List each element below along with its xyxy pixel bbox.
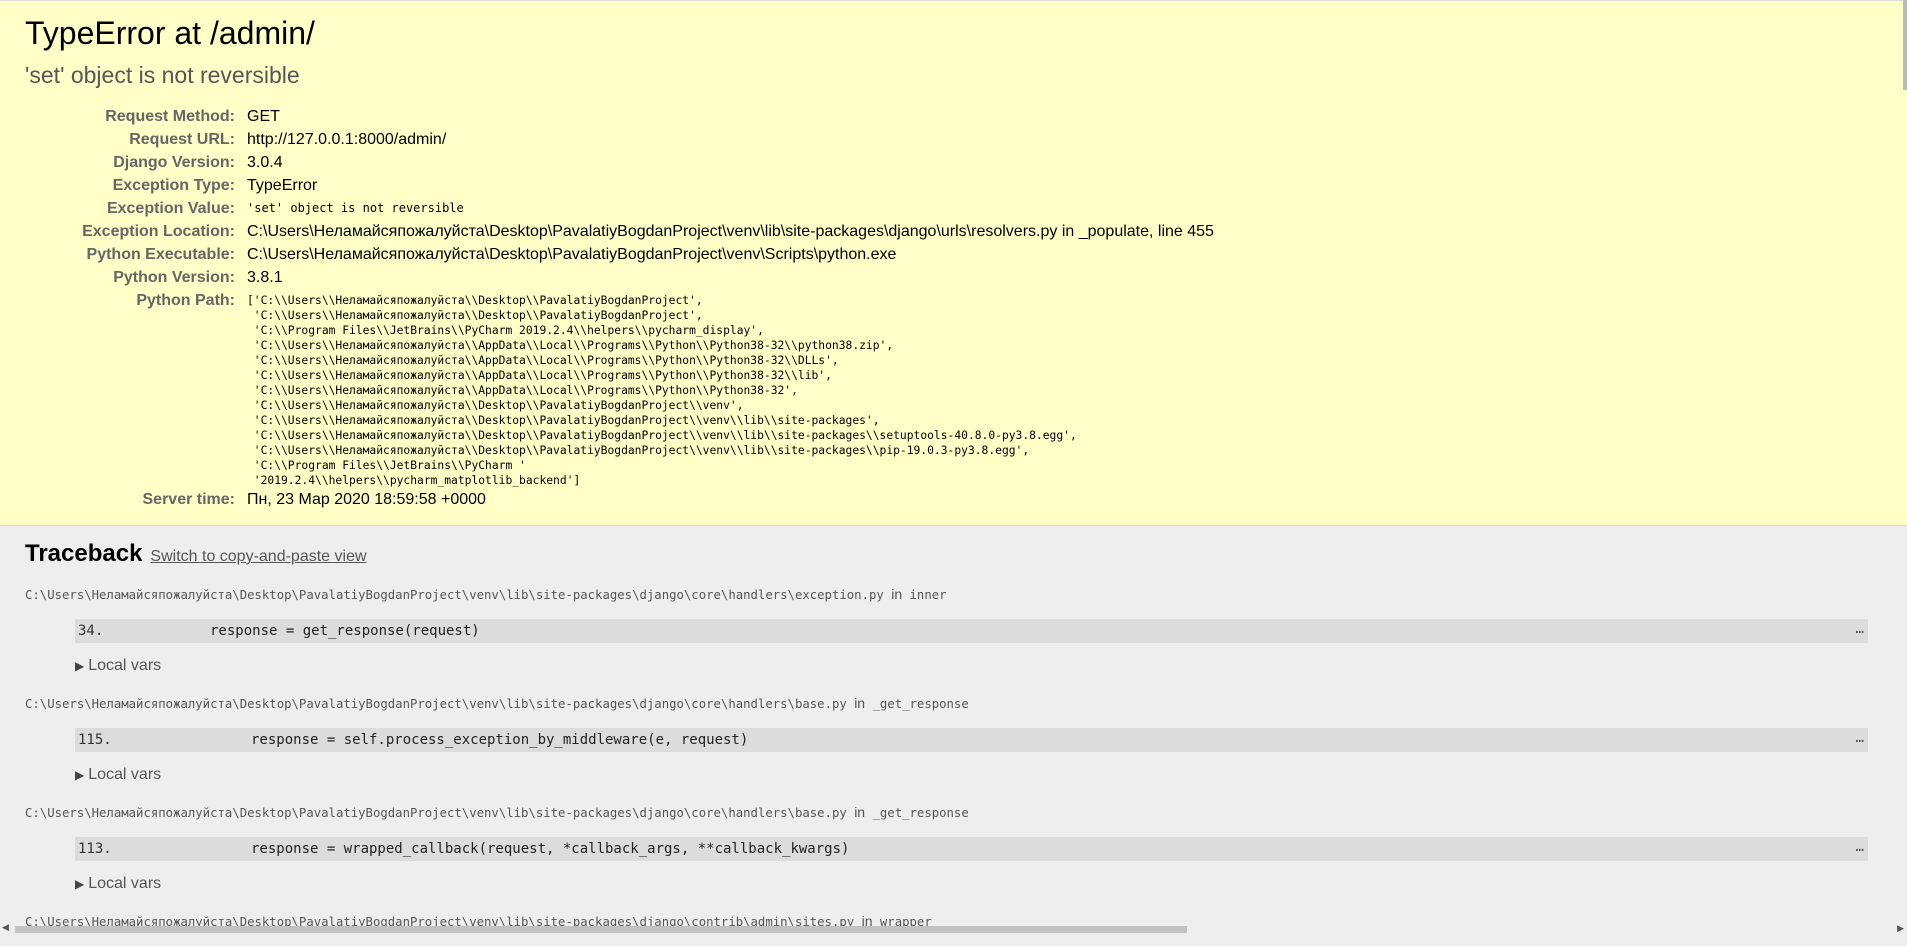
switch-copy-paste-view-link[interactable]: Switch to copy-and-paste view <box>150 548 366 566</box>
exception-message: 'set' object is not reversible <box>25 62 300 88</box>
frame-in-word: in <box>854 804 866 820</box>
frame-code: response = self.process_exception_by_mid… <box>251 732 749 748</box>
frame-function: _get_response <box>872 806 969 820</box>
expand-context-ellipsis[interactable]: … <box>1856 839 1864 855</box>
frame-file-path: C:\Users\Неламайсяпожалуйста\Desktop\Pav… <box>25 806 847 820</box>
triangle-right-icon: ▶ <box>75 877 85 891</box>
traceback-title: Traceback <box>25 540 143 567</box>
meta-label: Request Method: <box>105 108 235 125</box>
meta-row-request-url: Request URL: http://127.0.0.1:8000/admin… <box>25 128 1214 151</box>
meta-label: Django Version: <box>113 154 235 171</box>
meta-label: Exception Value: <box>106 200 235 217</box>
request-meta-table: Request Method: GET Request URL: http://… <box>25 105 1214 511</box>
local-vars-label: Local vars <box>88 875 162 892</box>
error-summary: TypeError at /admin/ 'set' object is not… <box>0 0 1907 526</box>
frame-file-path: C:\Users\Неламайсяпожалуйста\Desktop\Pav… <box>25 697 847 711</box>
vertical-scrollbar-thumb[interactable] <box>1903 0 1907 90</box>
frame-filename: C:\Users\Неламайсяпожалуйста\Desktop\Pav… <box>25 802 1882 823</box>
meta-value: 'set' object is not reversible <box>247 201 464 215</box>
frame-in-word: in <box>891 586 903 602</box>
frame-code: response = wrapped_callback(request, *ca… <box>251 841 850 857</box>
frame-context-line[interactable]: 34. response = get_response(request) … <box>75 619 1868 643</box>
frame-in-word: in <box>854 695 866 711</box>
meta-value: 3.8.1 <box>247 269 283 286</box>
frame-file-path: C:\Users\Неламайсяпожалуйста\Desktop\Pav… <box>25 588 884 602</box>
local-vars-toggle[interactable]: ▶ Local vars <box>75 657 1882 675</box>
local-vars-label: Local vars <box>88 657 162 674</box>
triangle-right-icon: ▶ <box>75 768 85 782</box>
meta-value: http://127.0.0.1:8000/admin/ <box>247 131 447 148</box>
meta-row-exception-value: Exception Value: 'set' object is not rev… <box>25 197 1214 220</box>
triangle-right-icon: ▶ <box>75 659 85 673</box>
meta-value: 3.0.4 <box>247 154 283 171</box>
meta-label: Python Version: <box>113 269 235 286</box>
traceback-section: Traceback Switch to copy-and-paste view … <box>0 526 1907 946</box>
meta-value: C:\Users\Неламайсяпожалуйста\Desktop\Pav… <box>247 246 897 263</box>
expand-context-ellipsis[interactable]: … <box>1856 730 1864 746</box>
expand-context-ellipsis[interactable]: … <box>1856 621 1864 637</box>
frame-function: inner <box>909 588 947 602</box>
meta-label: Exception Location: <box>82 223 235 240</box>
python-path-value: ['C:\\Users\\Неламайсяпожалуйста\\Deskto… <box>247 294 1077 487</box>
scroll-left-arrow-icon[interactable]: ◀ <box>2 922 9 933</box>
meta-row-request-method: Request Method: GET <box>25 105 1214 128</box>
meta-row-exception-location: Exception Location: C:\Users\Неламайсяпо… <box>25 220 1214 243</box>
local-vars-label: Local vars <box>88 766 162 783</box>
scroll-right-arrow-icon[interactable]: ▶ <box>1897 923 1904 934</box>
frame-function: _get_response <box>872 697 969 711</box>
page-title: TypeError at /admin/ <box>25 15 315 51</box>
frame-line-number: 34. <box>78 623 104 639</box>
frame-context-line[interactable]: 115. response = self.process_exception_b… <box>75 728 1868 752</box>
meta-value: C:\Users\Неламайсяпожалуйста\Desktop\Pav… <box>247 223 1214 240</box>
meta-label: Server time: <box>142 491 236 508</box>
traceback-frame: C:\Users\Неламайсяпожалуйста\Desktop\Pav… <box>25 693 1882 784</box>
meta-value-cell: ['C:\\Users\\Неламайсяпожалуйста\\Deskto… <box>247 289 1214 488</box>
traceback-frame: C:\Users\Неламайсяпожалуйста\Desktop\Pav… <box>25 584 1882 675</box>
frame-filename: C:\Users\Неламайсяпожалуйста\Desktop\Pav… <box>25 693 1882 714</box>
frame-line-number: 113. <box>78 841 112 857</box>
traceback-frame: C:\Users\Неламайсяпожалуйста\Desktop\Pav… <box>25 802 1882 893</box>
frame-context-line[interactable]: 113. response = wrapped_callback(request… <box>75 837 1868 861</box>
meta-label: Python Path: <box>136 292 235 309</box>
meta-value: TypeError <box>247 177 318 194</box>
meta-label: Request URL: <box>129 131 235 148</box>
frame-filename: C:\Users\Неламайсяпожалуйста\Desktop\Pav… <box>25 584 1882 605</box>
meta-row-python-executable: Python Executable: C:\Users\Неламайсяпож… <box>25 243 1214 266</box>
horizontal-scrollbar-thumb[interactable] <box>15 926 1187 933</box>
meta-row-server-time: Server time: Пн, 23 Мар 2020 18:59:58 +0… <box>25 488 1214 511</box>
meta-row-django-version: Django Version: 3.0.4 <box>25 151 1214 174</box>
local-vars-toggle[interactable]: ▶ Local vars <box>75 875 1882 893</box>
frame-line-number: 115. <box>78 732 112 748</box>
frame-code: response = get_response(request) <box>210 623 480 639</box>
local-vars-toggle[interactable]: ▶ Local vars <box>75 766 1882 784</box>
traceback-heading: Traceback Switch to copy-and-paste view <box>25 540 1882 568</box>
meta-value: Пн, 23 Мар 2020 18:59:58 +0000 <box>247 491 486 508</box>
meta-row-exception-type: Exception Type: TypeError <box>25 174 1214 197</box>
meta-row-python-version: Python Version: 3.8.1 <box>25 266 1214 289</box>
meta-label: Exception Type: <box>112 177 235 194</box>
meta-label: Python Executable: <box>86 246 235 263</box>
meta-row-python-path: Python Path: ['C:\\Users\\Неламайсяпожал… <box>25 289 1214 488</box>
meta-value: GET <box>247 108 280 125</box>
